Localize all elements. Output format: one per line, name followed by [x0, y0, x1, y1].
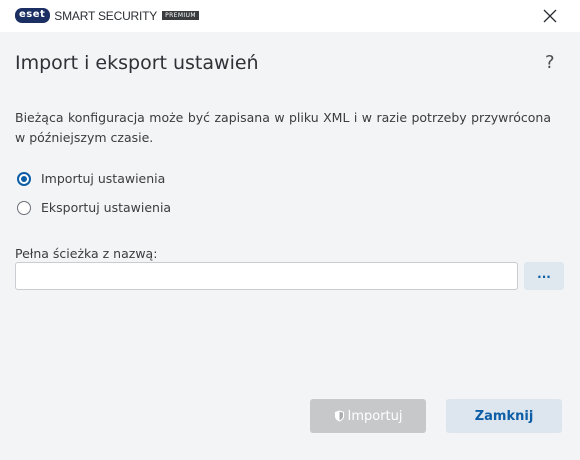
export-settings-option[interactable]: Eksportuj ustawienia: [17, 200, 171, 215]
close-window-button[interactable]: [542, 8, 558, 24]
premium-badge: PREMIUM: [162, 11, 199, 20]
import-radio-label: Importuj ustawienia: [41, 171, 166, 186]
path-input[interactable]: [15, 262, 518, 290]
import-radio[interactable]: [17, 171, 31, 186]
import-settings-option[interactable]: Importuj ustawienia: [17, 171, 165, 186]
title-bar: eset SMART SECURITY PREMIUM: [0, 0, 580, 32]
browse-button[interactable]: ...: [524, 262, 564, 290]
export-radio-label: Eksportuj ustawienia: [41, 200, 172, 215]
close-icon: [543, 9, 557, 23]
import-button-label: Importuj: [347, 408, 403, 424]
eset-logo: eset: [15, 8, 51, 23]
close-button-label: Zamknij: [474, 408, 534, 424]
product-name: SMART SECURITY: [54, 8, 158, 23]
dialog-title: Import i eksport ustawień: [15, 52, 259, 74]
shield-icon: [334, 410, 344, 422]
close-button[interactable]: Zamknij: [446, 399, 562, 433]
help-button[interactable]: ?: [545, 52, 555, 73]
import-button[interactable]: Importuj: [310, 399, 426, 433]
brand: eset SMART SECURITY PREMIUM: [15, 8, 199, 23]
path-label: Pełna ścieżka z nazwą:: [15, 246, 158, 261]
description-text: Bieżąca konfiguracja może być zapisana w…: [15, 110, 551, 145]
export-radio[interactable]: [17, 200, 31, 215]
